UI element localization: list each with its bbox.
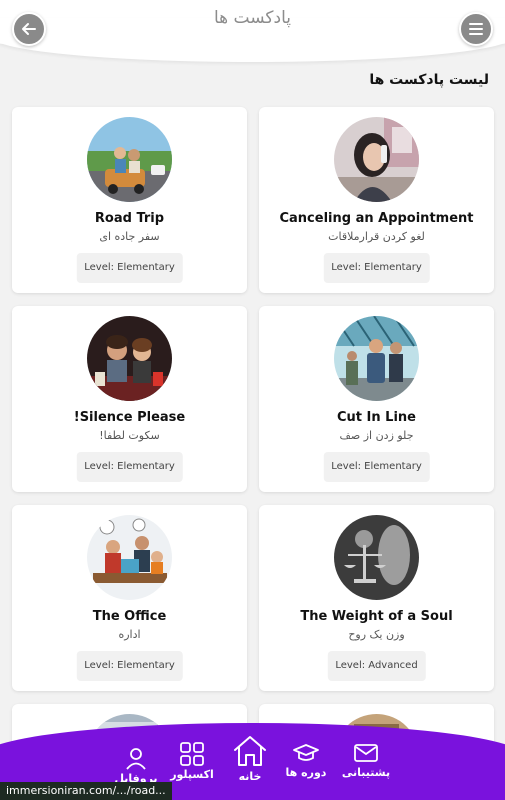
podcast-subtitle: سکوت لطفا! [99,429,160,442]
podcast-thumbnail [87,316,172,401]
nav-item-explore[interactable]: اکسپلور [162,742,222,781]
podcast-card[interactable]: The Weight of a Soul وزن یک روح Level: A… [259,505,494,691]
user-icon [126,748,146,770]
nav-label-explore: اکسپلور [170,768,214,781]
podcast-thumbnail [334,117,419,202]
level-badge: Level: Elementary [323,452,430,482]
home-icon [234,736,266,766]
nav-label-courses: دوره ها [285,766,327,779]
podcast-card[interactable]: Cut In Line جلو زدن از صف Level: Element… [259,306,494,492]
nav-item-support[interactable]: پشتیبانی [336,742,396,779]
nav-item-courses[interactable]: دوره ها [276,742,336,779]
podcast-thumbnail [334,316,419,401]
nav-item-profile[interactable]: پروفایل [106,746,166,785]
podcast-thumbnail [87,515,172,600]
nav-label-home: خانه [238,770,262,783]
podcast-title: !Silence Please [73,410,186,425]
podcast-title: The Office [92,609,167,624]
podcast-title: Canceling an Appointment [279,211,474,226]
podcast-title: Cut In Line [337,410,416,425]
menu-button[interactable] [459,12,493,46]
podcast-card[interactable]: The Office اداره Level: Elementary [12,505,247,691]
nav-item-home[interactable]: خانه [220,734,280,783]
podcast-subtitle: لغو کردن قرارملاقات [328,230,425,243]
podcast-title: Road Trip [94,211,165,226]
podcast-card[interactable]: Road Trip سفر جاده ای Level: Elementary [12,107,247,293]
level-badge: Level: Elementary [76,651,183,681]
envelope-icon [354,744,378,762]
arrow-left-icon [22,23,36,35]
level-badge: Level: Advanced [327,651,426,681]
level-badge: Level: Elementary [323,253,430,283]
podcast-thumbnail [334,515,419,600]
level-badge: Level: Elementary [76,253,183,283]
podcast-thumbnail [87,117,172,202]
section-title: لیست پادکست ها [369,72,489,88]
podcast-subtitle: وزن یک روح [348,628,405,641]
page-title: پادکست ها [214,8,291,28]
level-badge: Level: Elementary [76,452,183,482]
graduation-cap-icon [293,744,319,761]
podcast-subtitle: سفر جاده ای [99,230,160,243]
podcast-card[interactable]: !Silence Please سکوت لطفا! Level: Elemen… [12,306,247,492]
back-button[interactable] [12,12,46,46]
podcast-subtitle: اداره [118,628,141,641]
podcast-title: The Weight of a Soul [300,609,453,624]
grid-apps-icon [180,742,204,766]
nav-label-support: پشتیبانی [341,766,391,779]
status-url-tooltip: immersioniran.com/.../road... [0,782,172,800]
podcast-subtitle: جلو زدن از صف [339,429,414,442]
hamburger-menu-icon [469,23,483,35]
podcast-card[interactable]: Canceling an Appointment لغو کردن قرارمل… [259,107,494,293]
